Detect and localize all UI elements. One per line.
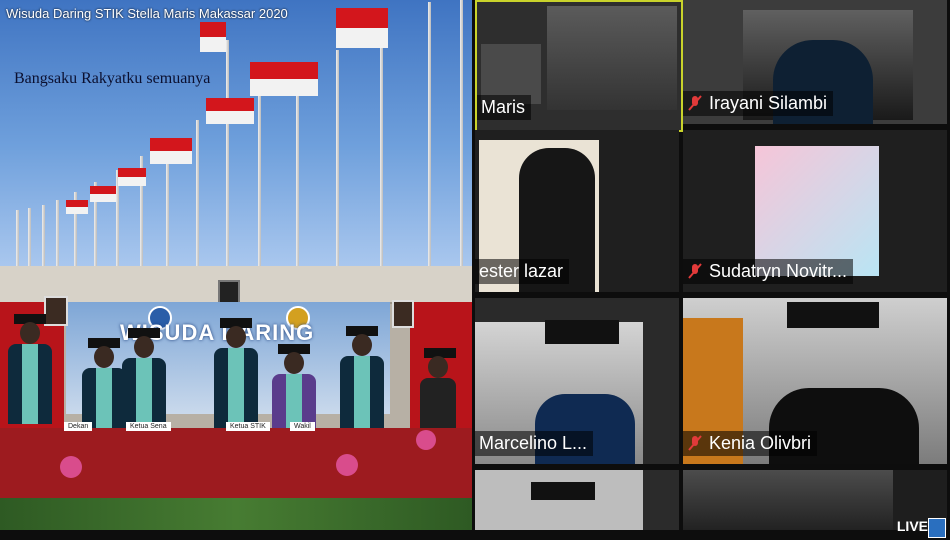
participant-name-label: Sudatryn Novitr... [683, 259, 854, 284]
participant-name: Sudatryn Novitr... [709, 261, 848, 281]
participant-video [755, 146, 879, 276]
participant-video [475, 470, 643, 530]
stage-video: WISUDA DARING Ketua STIK Dekan Ketua Sen… [0, 266, 472, 530]
live-indicator: LIVE [896, 518, 928, 534]
name-plate: Ketua STIK [226, 422, 270, 431]
name-plate: Ketua Sena [126, 422, 171, 431]
name-plate: Wakil [290, 422, 315, 431]
window-title: Wisuda Daring STIK Stella Maris Makassar… [6, 6, 288, 21]
participant-tile-maris[interactable]: Maris [475, 0, 683, 132]
slide-panel: Bangsaku Rakyatku semuanya [0, 0, 472, 266]
flower-bloom [60, 456, 82, 478]
portrait-right [392, 300, 414, 328]
participant-name: ester lazar [475, 259, 570, 284]
mic-muted-icon [688, 435, 702, 451]
participant-name: Kenia Olivbri [709, 433, 812, 453]
name-plate: Dekan [64, 422, 93, 431]
participant-name: Irayani Silambi [709, 93, 828, 113]
participant-name: Maris [477, 95, 531, 120]
participant-name: Marcelino L... [475, 431, 594, 456]
participant-video [683, 470, 893, 530]
participant-tile-kenia[interactable]: Kenia Olivbri [683, 298, 947, 464]
grad-cap-shape [531, 482, 595, 500]
participant-tile-sudatryn[interactable]: Sudatryn Novitr... [683, 130, 947, 292]
grad-cap-shape [545, 320, 619, 344]
graduate-figure [214, 318, 258, 428]
participant-name-label: Irayani Silambi [683, 91, 834, 116]
participant-tile-marcelino[interactable]: Marcelino L... [475, 298, 679, 464]
flower-arrangement [0, 498, 472, 530]
participant-tile-ester[interactable]: ester lazar [475, 130, 679, 292]
slide-caption: Bangsaku Rakyatku semuanya [14, 70, 211, 87]
mic-muted-icon [688, 263, 702, 279]
participant-name-label: Kenia Olivbri [683, 431, 818, 456]
nested-screen-share [547, 6, 677, 110]
flower-bloom [416, 430, 436, 450]
flower-bloom [336, 454, 358, 476]
graduate-figure [8, 314, 52, 424]
participant-tile-irayani[interactable]: Irayani Silambi [683, 0, 947, 124]
mic-muted-icon [688, 95, 702, 111]
participant-tile-extra-1[interactable] [475, 470, 679, 530]
grad-cap-shape [787, 302, 879, 328]
graduate-figure [340, 326, 384, 436]
channel-logo-icon[interactable] [928, 518, 946, 538]
